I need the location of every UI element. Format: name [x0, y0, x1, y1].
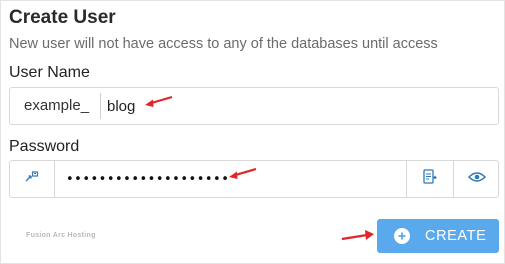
- generate-password-icon: [24, 170, 40, 189]
- generate-password-button[interactable]: [10, 161, 55, 197]
- prefix-divider: [100, 93, 101, 119]
- create-user-panel: Create User New user will not have acces…: [0, 0, 505, 264]
- watermark-logo: Fusion Arc Hosting: [26, 232, 96, 239]
- username-label: User Name: [9, 64, 90, 81]
- create-button[interactable]: CREATE: [377, 219, 499, 253]
- help-text: New user will not have access to any of …: [9, 36, 438, 52]
- page-title: Create User: [9, 7, 116, 28]
- annotation-arrow-icon: [229, 167, 257, 179]
- plus-circle-icon: [394, 228, 410, 244]
- create-button-label: CREATE: [425, 228, 487, 244]
- password-label: Password: [9, 138, 80, 155]
- copy-icon: [422, 168, 438, 191]
- copy-password-button[interactable]: [406, 161, 453, 197]
- username-field-group: example_: [9, 87, 499, 125]
- eye-icon: [467, 170, 486, 188]
- username-prefix: example_: [24, 97, 90, 114]
- annotation-arrow-icon: [145, 95, 173, 107]
- show-password-button[interactable]: [453, 161, 499, 197]
- annotation-arrow-icon: [341, 230, 374, 241]
